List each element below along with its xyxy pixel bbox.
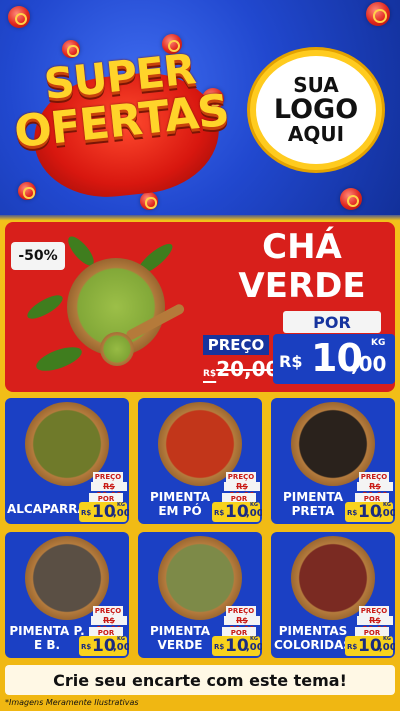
price-unit: KG xyxy=(371,338,386,348)
featured-product-name: CHÁ VERDE xyxy=(217,227,387,307)
card-price-currency: R$ xyxy=(214,643,225,651)
featured-price-tag: R$ 10 ,00 KG xyxy=(273,334,395,384)
card-price-currency: R$ xyxy=(81,643,92,651)
super-ofertas-title: SUPER OFERTAS xyxy=(12,40,252,205)
card-price-tag: R$ 10 ,00 KG xyxy=(345,502,395,522)
card-old-price: R$ 20,00 xyxy=(224,616,260,634)
card-old-price: R$ 20,00 xyxy=(357,616,393,634)
card-price-tag: R$ 10 ,00 KG xyxy=(345,636,395,656)
product-card: PREÇO R$ 20,00 POR PIMENTA VERDE R$ 10 ,… xyxy=(138,532,262,658)
card-price-tag: R$ 10 ,00 KG xyxy=(79,636,129,656)
card-price-decimal: ,00 xyxy=(379,508,395,519)
card-preco-label: PREÇO xyxy=(226,472,256,482)
card-price-currency: R$ xyxy=(214,509,225,517)
coin-icon xyxy=(18,182,36,200)
leaf-icon xyxy=(24,290,66,324)
old-price-currency: R$ xyxy=(203,369,217,379)
card-price-unit: KG xyxy=(250,502,258,508)
product-card: PREÇO R$ 20,00 POR PIMENTA PRETA R$ 10 ,… xyxy=(271,398,395,524)
card-product-name: PIMENTA PRETA xyxy=(283,490,343,519)
card-preco-label: PREÇO xyxy=(359,606,389,616)
logo-placeholder: SUA LOGO AQUI xyxy=(250,50,382,170)
card-price-tag: R$ 10 ,00 KG xyxy=(212,636,262,656)
card-price-currency: R$ xyxy=(347,643,358,651)
card-product-name: PIMENTA P. E B. xyxy=(9,624,85,653)
featured-product-card: -50% CHÁ VERDE POR PREÇO R$20,00 R$ 10 ,… xyxy=(5,222,395,392)
card-price-decimal: ,00 xyxy=(246,508,262,519)
coin-icon xyxy=(366,2,390,26)
old-price: R$20,00 xyxy=(203,357,279,381)
old-price-value: 20,00 xyxy=(216,357,280,381)
card-price-unit: KG xyxy=(117,502,125,508)
card-price-unit: KG xyxy=(383,636,391,642)
price-currency: R$ xyxy=(279,352,303,371)
discount-badge: -50% xyxy=(11,242,65,270)
flyer-page: SUPER OFERTAS SUA LOGO AQUI -50% CHÁ VER… xyxy=(0,0,400,711)
disclaimer-text: *Imagens Meramente Ilustrativas xyxy=(5,698,139,707)
logo-line-2: LOGO xyxy=(273,93,359,125)
coin-icon xyxy=(8,6,30,28)
price-decimal: ,00 xyxy=(351,352,387,376)
featured-name-line-1: CHÁ xyxy=(262,227,342,267)
card-old-price: R$ 20,00 xyxy=(91,482,127,500)
cta-banner: Crie seu encarte com este tema! xyxy=(5,665,395,695)
card-price-unit: KG xyxy=(383,502,391,508)
product-card: PREÇO R$ 20,00 POR PIMENTA P. E B. R$ 10… xyxy=(5,532,129,658)
logo-line-3: AQUI xyxy=(287,122,345,147)
card-price-decimal: ,00 xyxy=(246,642,262,653)
product-card: PREÇO R$ 20,00 POR ALCAPARRAS R$ 10 ,00 … xyxy=(5,398,129,524)
featured-name-line-2: VERDE xyxy=(238,266,366,307)
card-product-name: PIMENTA EM PÓ xyxy=(150,490,210,519)
card-old-price: R$ 20,00 xyxy=(224,482,260,500)
card-product-name: ALCAPARRAS xyxy=(7,502,96,516)
coin-icon xyxy=(340,188,362,210)
preco-label: PREÇO xyxy=(203,335,269,355)
card-product-name: PIMENTA VERDE xyxy=(150,624,210,653)
leaf-icon xyxy=(33,342,85,376)
card-product-name: PIMENTAS COLORIDAS xyxy=(273,624,353,653)
old-price-block: PREÇO R$20,00 xyxy=(203,335,279,381)
logo-line-1: SUA xyxy=(293,72,339,97)
card-old-price: R$ 20,00 xyxy=(357,482,393,500)
card-preco-label: PREÇO xyxy=(93,472,123,482)
card-price-decimal: ,00 xyxy=(113,642,129,653)
card-preco-label: PREÇO xyxy=(359,472,389,482)
card-price-tag: R$ 10 ,00 KG xyxy=(79,502,129,522)
hero-banner: SUPER OFERTAS SUA LOGO AQUI xyxy=(0,0,400,215)
card-price-currency: R$ xyxy=(347,509,358,517)
por-label: POR xyxy=(283,311,381,333)
product-card: PREÇO R$ 20,00 POR PIMENTAS COLORIDAS R$… xyxy=(271,532,395,658)
card-price-unit: KG xyxy=(117,636,125,642)
card-old-price: R$ 20,00 xyxy=(91,616,127,634)
coin-icon xyxy=(140,192,158,210)
product-card: PREÇO R$ 20,00 POR PIMENTA EM PÓ R$ 10 ,… xyxy=(138,398,262,524)
card-price-currency: R$ xyxy=(81,509,92,517)
card-preco-label: PREÇO xyxy=(226,606,256,616)
card-price-unit: KG xyxy=(250,636,258,642)
card-preco-label: PREÇO xyxy=(93,606,123,616)
card-price-decimal: ,00 xyxy=(113,508,129,519)
card-price-tag: R$ 10 ,00 KG xyxy=(212,502,262,522)
card-price-decimal: ,00 xyxy=(379,642,395,653)
spoon-icon xyxy=(100,332,134,366)
